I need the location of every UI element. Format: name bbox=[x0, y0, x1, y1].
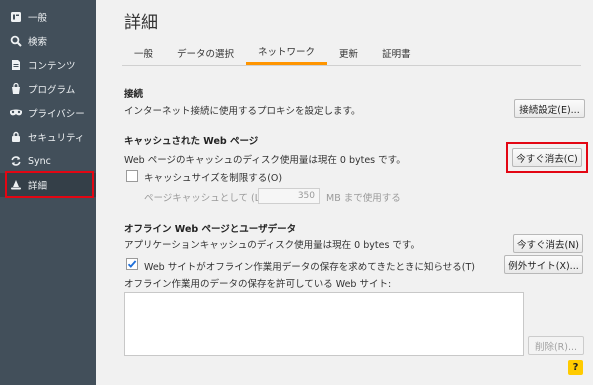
offline-description: アプリケーションキャッシュのディスク使用量は現在 0 bytes です。 bbox=[124, 240, 420, 251]
sidebar-item-search[interactable]: 検索 bbox=[0, 29, 96, 53]
sync-icon bbox=[9, 154, 23, 168]
sidebar-item-label: プログラム bbox=[28, 85, 76, 96]
tab-certificates[interactable]: 証明書 bbox=[370, 40, 423, 65]
privacy-mask-icon bbox=[9, 106, 23, 120]
security-lock-icon bbox=[9, 130, 23, 144]
sidebar-item-label: コンテンツ bbox=[28, 61, 76, 72]
sidebar-item-label: 検索 bbox=[28, 37, 48, 48]
tab-divider bbox=[122, 65, 581, 66]
remove-site-button[interactable]: 削除(R)... bbox=[528, 336, 584, 355]
cache-heading: キャッシュされた Web ページ bbox=[124, 136, 259, 147]
sidebar-item-label: プライバシー bbox=[28, 109, 85, 120]
sidebar-item-general[interactable]: 一般 bbox=[0, 5, 96, 29]
help-button[interactable]: ? bbox=[568, 360, 583, 375]
sidebar-item-privacy[interactable]: プライバシー bbox=[0, 101, 96, 125]
limit-cache-label: キャッシュサイズを制限する(O) bbox=[144, 173, 283, 184]
offline-list-label: オフライン作業用のデータの保存を許可している Web サイト: bbox=[124, 279, 392, 290]
tab-update[interactable]: 更新 bbox=[327, 40, 370, 65]
general-icon bbox=[9, 10, 23, 24]
applications-icon bbox=[9, 82, 23, 96]
clear-offline-button[interactable]: 今すぐ消去(N) bbox=[513, 234, 583, 253]
tab-data-choices[interactable]: データの選択 bbox=[165, 40, 246, 65]
highlight-box bbox=[5, 171, 94, 198]
offline-exceptions-button[interactable]: 例外サイト(X)... bbox=[504, 255, 583, 274]
sidebar-item-security[interactable]: セキュリティ bbox=[0, 125, 96, 149]
sidebar: 一般 検索 コンテンツ プログラム プライバシー セキュリティ Sync 詳細 bbox=[0, 0, 96, 385]
search-icon bbox=[9, 34, 23, 48]
sidebar-item-label: セキュリティ bbox=[28, 133, 85, 144]
cache-size-field[interactable]: 350 bbox=[258, 188, 320, 204]
sidebar-item-applications[interactable]: プログラム bbox=[0, 77, 96, 101]
tab-bar: 一般 データの選択 ネットワーク 更新 証明書 bbox=[122, 40, 423, 65]
cache-limit-label: ページキャッシュとして (L) bbox=[144, 193, 264, 204]
highlight-box bbox=[506, 142, 588, 173]
sidebar-item-sync[interactable]: Sync bbox=[0, 149, 96, 173]
connection-description: インターネット接続に使用するプロキシを設定します。 bbox=[124, 106, 361, 117]
sidebar-item-label: Sync bbox=[28, 155, 51, 167]
notify-offline-checkbox[interactable] bbox=[126, 258, 138, 270]
cache-description: Web ページのキャッシュのディスク使用量は現在 0 bytes です。 bbox=[124, 155, 406, 166]
tab-general[interactable]: 一般 bbox=[122, 40, 165, 65]
connection-settings-button[interactable]: 接続設定(E)... bbox=[514, 99, 585, 118]
offline-heading: オフライン Web ページとユーザデータ bbox=[124, 224, 297, 235]
sidebar-item-content[interactable]: コンテンツ bbox=[0, 53, 96, 77]
sidebar-item-label: 一般 bbox=[28, 13, 48, 24]
tab-network[interactable]: ネットワーク bbox=[246, 40, 328, 65]
main-panel: 詳細 一般 データの選択 ネットワーク 更新 証明書 接続 インターネット接続に… bbox=[96, 0, 593, 385]
connection-heading: 接続 bbox=[124, 89, 144, 100]
notify-offline-label: Web サイトがオフライン作業用データの保存を求めてきたときに知らせる(T) bbox=[144, 262, 475, 273]
cache-unit-label: MB まで使用する bbox=[326, 193, 401, 204]
offline-sites-list[interactable] bbox=[124, 292, 524, 356]
content-icon bbox=[9, 58, 23, 72]
limit-cache-checkbox[interactable] bbox=[126, 170, 138, 182]
page-title: 詳細 bbox=[124, 13, 158, 33]
checkmark-icon bbox=[127, 260, 137, 268]
